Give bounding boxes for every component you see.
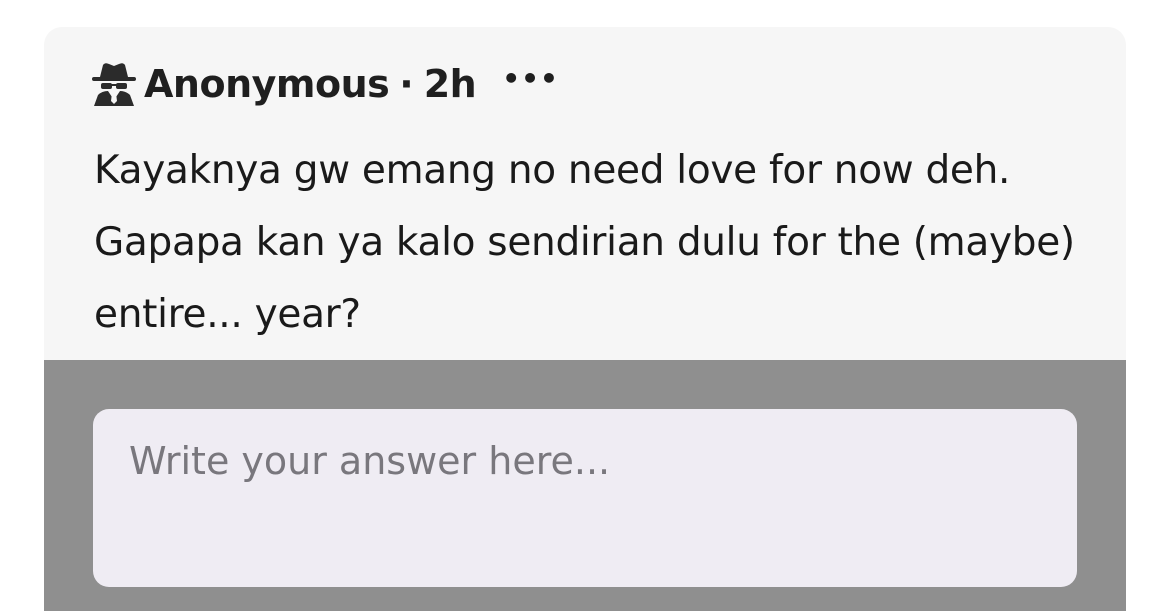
question-card: Anonymous · 2h ••• Kayaknya gw emang no … — [44, 27, 1126, 611]
spy-icon — [90, 60, 138, 108]
author-name: Anonymous — [144, 62, 390, 106]
question-text: Kayaknya gw emang no need love for now d… — [94, 148, 1075, 337]
meta-separator: · — [399, 62, 414, 106]
post-time: 2h — [423, 62, 477, 106]
question-section: Anonymous · 2h ••• Kayaknya gw emang no … — [44, 27, 1126, 360]
question-meta: Anonymous · 2h ••• — [90, 61, 559, 107]
more-options-button[interactable]: ••• — [502, 62, 559, 95]
answer-input[interactable] — [93, 409, 1077, 587]
answer-section — [44, 360, 1126, 611]
